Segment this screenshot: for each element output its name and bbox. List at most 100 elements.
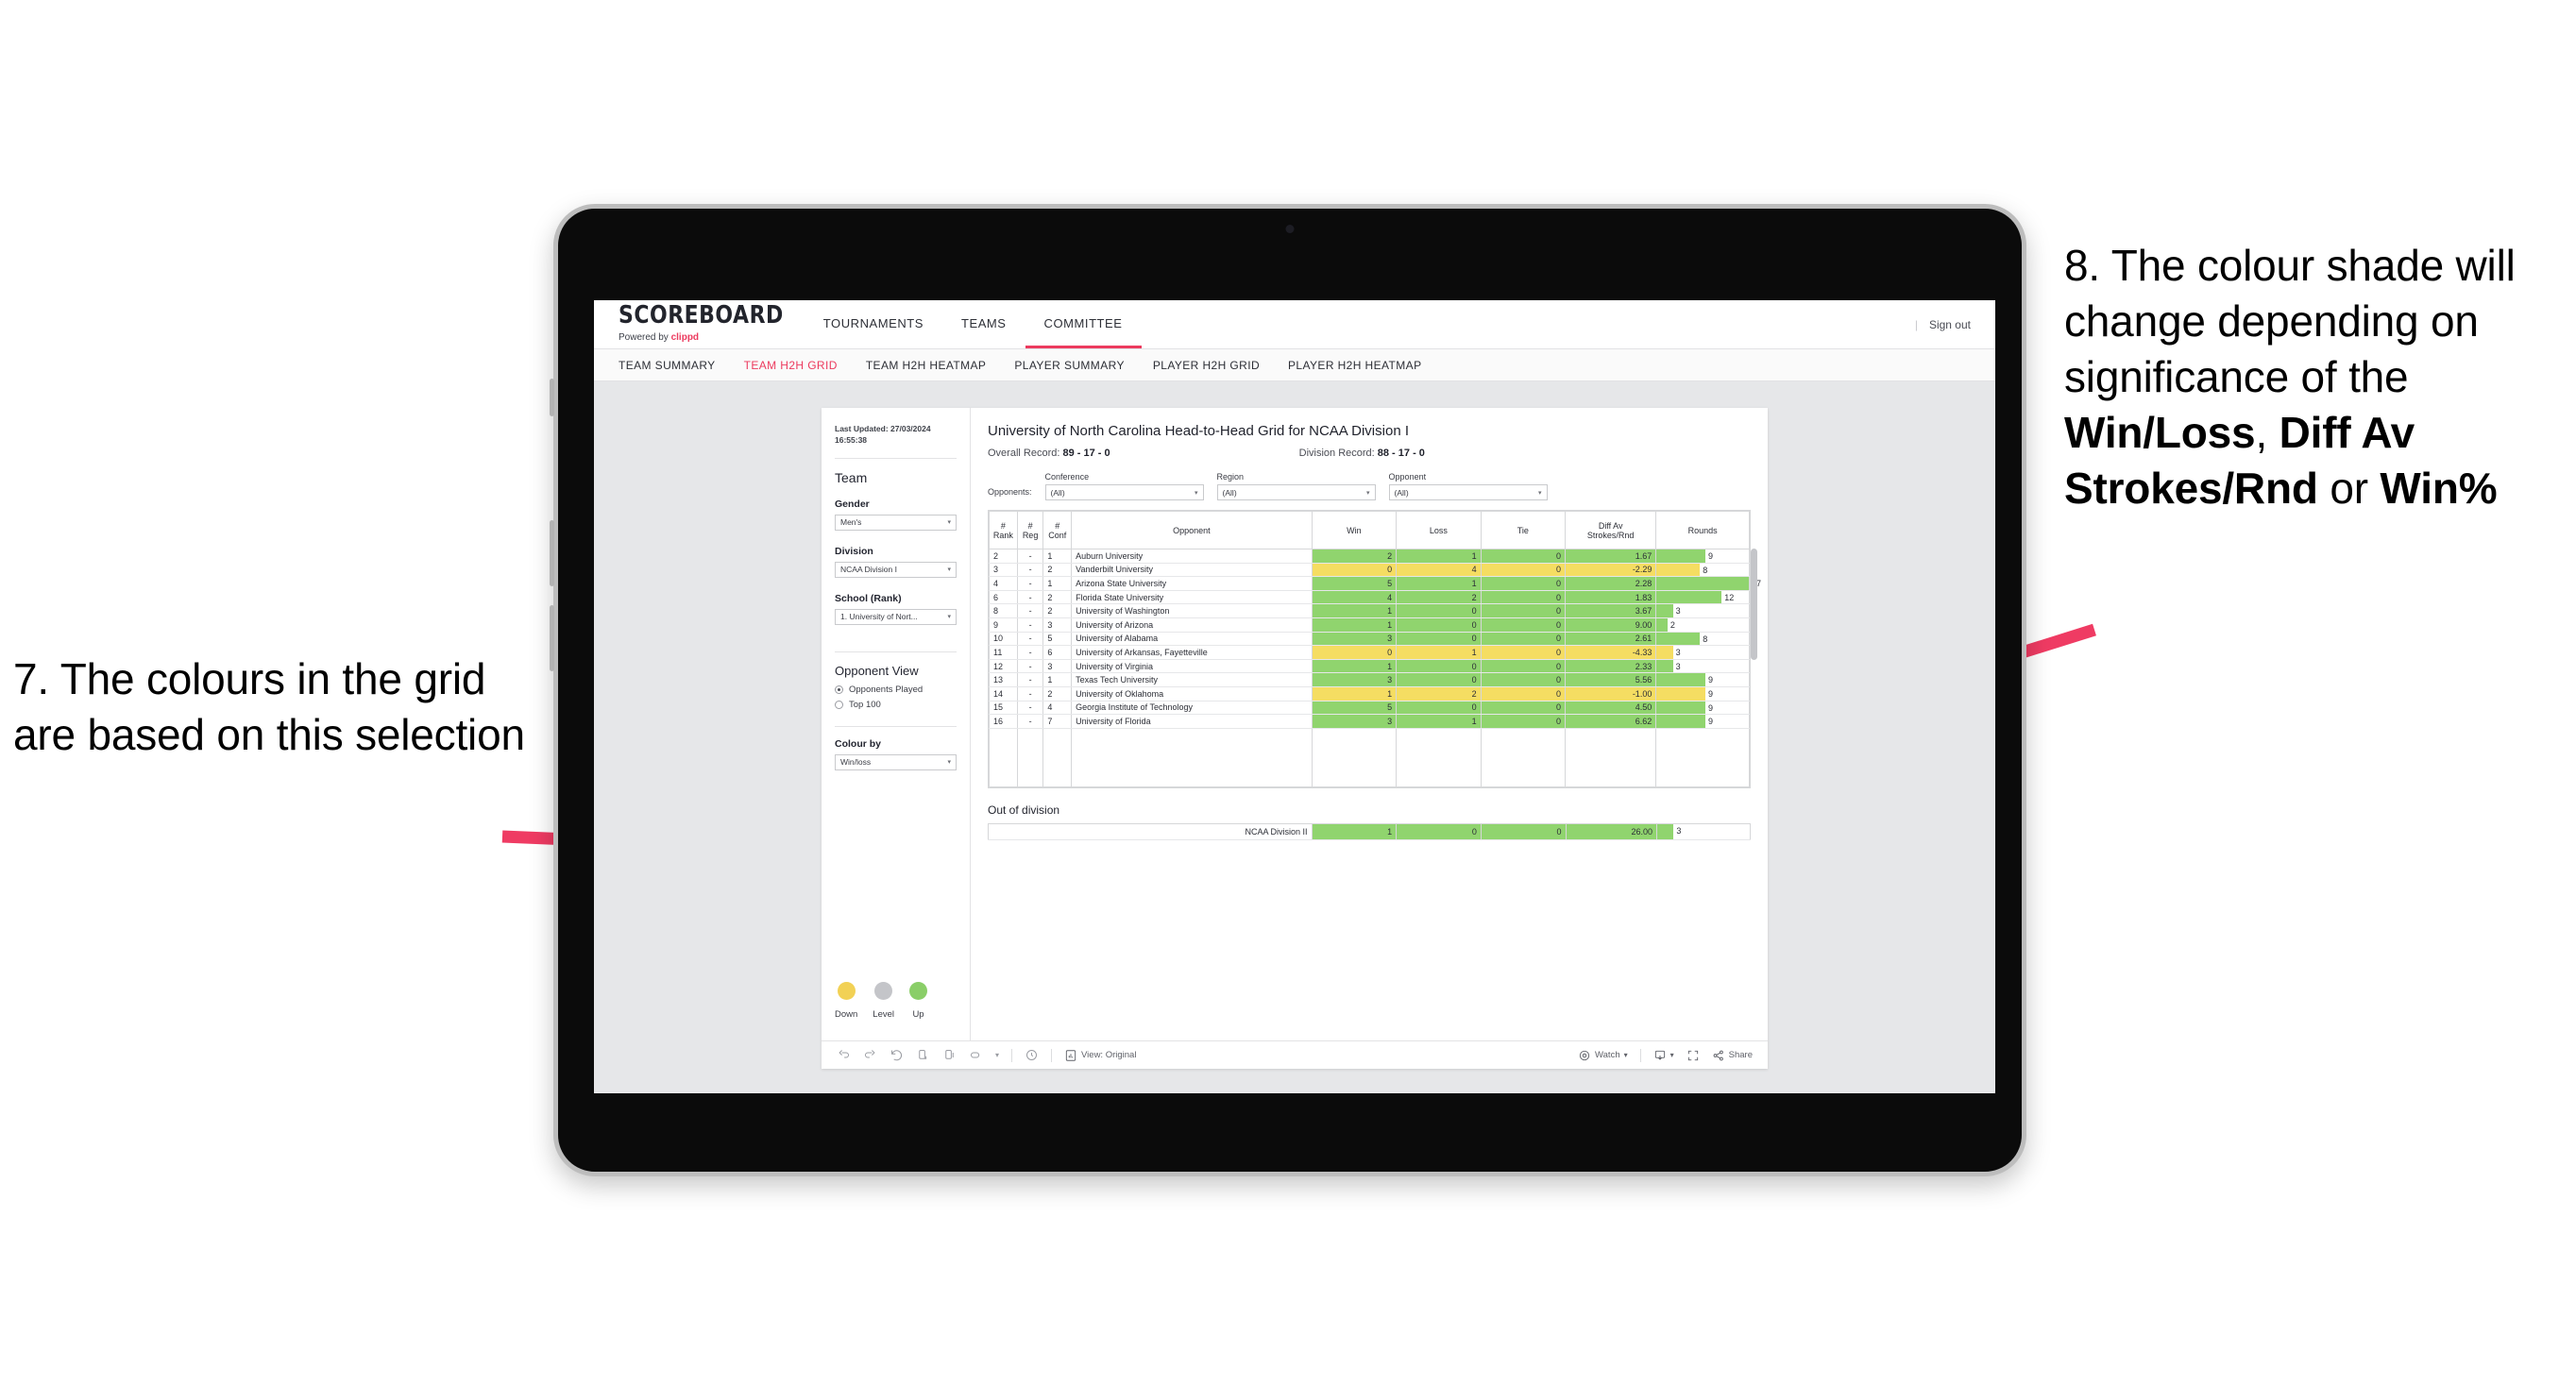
annotation-right-sep2: or: [2317, 463, 2381, 513]
rounds-value: 3: [1675, 648, 1681, 658]
col-header-conf-line2: Conf: [1048, 530, 1067, 540]
fullscreen-icon[interactable]: [1686, 1049, 1700, 1062]
clock-icon[interactable]: [1025, 1048, 1039, 1062]
col-header-reg[interactable]: # Reg: [1016, 511, 1044, 549]
cell-win: 3: [1311, 714, 1398, 729]
share-button[interactable]: Share: [1712, 1049, 1753, 1062]
pause-icon[interactable]: [942, 1048, 957, 1062]
cell-win: 5: [1311, 576, 1398, 591]
refresh-icon[interactable]: [916, 1048, 930, 1062]
conference-select[interactable]: (All) ▾: [1044, 484, 1204, 500]
subnav-team-summary[interactable]: TEAM SUMMARY: [619, 359, 716, 372]
record-summary: Overall Record: 89 - 17 - 0 Division Rec…: [988, 448, 1751, 459]
download-button[interactable]: ▾: [1653, 1049, 1674, 1062]
cell-loss: 0: [1396, 701, 1482, 716]
cell-diff: -4.33: [1565, 645, 1657, 660]
cell-tie: 0: [1480, 549, 1567, 564]
slide-canvas: 7. The colours in the grid are based on …: [0, 0, 2576, 1386]
table-row[interactable]: 6-2 Florida State University 4 2 0 1.83 12: [989, 590, 1750, 605]
table-row[interactable]: 14-2 University of Oklahoma 1 2 0 -1.00 9: [989, 686, 1750, 701]
volume-down-button[interactable]: [550, 605, 554, 671]
radio-opponents-played[interactable]: Opponents Played: [835, 685, 957, 695]
colour-by-select[interactable]: Win/loss ▾: [835, 753, 957, 770]
cell-conf: 5: [1042, 632, 1073, 647]
nav-committee[interactable]: COMMITTEE: [1025, 300, 1142, 348]
header-divider: |: [1914, 317, 1918, 331]
subnav-player-summary[interactable]: PLAYER SUMMARY: [1014, 359, 1125, 372]
out-of-division-row[interactable]: NCAA Division II 1 0 0 26.00 3: [988, 823, 1751, 840]
undo-icon[interactable]: [837, 1048, 851, 1062]
brand-logo[interactable]: SCOREBOARD Powered by clippd: [594, 300, 805, 348]
region-select[interactable]: (All) ▾: [1216, 484, 1376, 500]
subnav-player-h2h-heatmap[interactable]: PLAYER H2H HEATMAP: [1288, 359, 1421, 372]
revert-icon[interactable]: [890, 1048, 904, 1062]
table-row[interactable]: 3-2 Vanderbilt University 0 4 0 -2.29 8: [989, 563, 1750, 578]
division-label: Division: [835, 545, 873, 557]
toolbar-divider-3: [1639, 1048, 1641, 1062]
cell-tie: 0: [1480, 686, 1567, 701]
col-header-diff[interactable]: Diff Av Strokes/Rnd: [1565, 511, 1657, 549]
nav-tournaments[interactable]: TOURNAMENTS: [805, 300, 942, 348]
cell-loss: 1: [1396, 549, 1482, 564]
division-select[interactable]: NCAA Division I ▾: [835, 561, 957, 578]
subnav-team-h2h-heatmap[interactable]: TEAM H2H HEATMAP: [866, 359, 987, 372]
table-row[interactable]: 12-3 University of Virginia 1 0 0 2.33 3: [989, 659, 1750, 674]
filler-cell: [1071, 728, 1313, 787]
rounds-value: 9: [1708, 688, 1714, 699]
subnav-player-h2h-grid[interactable]: PLAYER H2H GRID: [1153, 359, 1260, 372]
redo-icon[interactable]: [863, 1048, 877, 1062]
sidebar-divider-1: [835, 457, 957, 459]
cell-tie: 0: [1480, 603, 1567, 618]
table-row[interactable]: 9-3 University of Arizona 1 0 0 9.00 2: [989, 617, 1750, 633]
legend-up-swatch: [909, 982, 928, 1000]
cell-opponent: Auburn University: [1071, 549, 1313, 564]
table-vertical-scrollbar[interactable]: [1751, 549, 1757, 660]
table-row[interactable]: 4-1Arizona State University5102.2817: [989, 576, 1761, 591]
chevron-down-icon[interactable]: ▾: [995, 1051, 999, 1059]
table-row[interactable]: 15-4 Georgia Institute of Technology 5 0 0 4.…: [989, 701, 1750, 716]
cell-reg: -: [1016, 563, 1044, 578]
tablet-screen: SCOREBOARD Powered by clippd TOURNAMENTS…: [594, 300, 1995, 1093]
subnav-team-h2h-grid[interactable]: TEAM H2H GRID: [744, 359, 838, 372]
rounds-bar: [1656, 659, 1673, 673]
watch-button[interactable]: Watch ▾: [1578, 1049, 1628, 1062]
power-button[interactable]: [550, 379, 554, 416]
table-row[interactable]: 2-1 Auburn University 2 1 0 1.67 9: [989, 549, 1750, 564]
chevron-down-icon: ▾: [1623, 1051, 1628, 1059]
annotation-right-bold-winloss: Win/Loss: [2064, 407, 2256, 457]
radio-top-100[interactable]: Top 100: [835, 700, 957, 710]
sign-out-link[interactable]: Sign out: [1929, 318, 1971, 331]
volume-up-button[interactable]: [550, 520, 554, 586]
cell-rank: 11: [989, 645, 1018, 660]
col-header-win[interactable]: Win: [1311, 511, 1398, 549]
cell-reg: -: [1016, 659, 1044, 674]
opponent-select[interactable]: (All) ▾: [1388, 484, 1548, 500]
highlight-icon[interactable]: [969, 1048, 983, 1062]
nav-teams[interactable]: TEAMS: [942, 300, 1025, 348]
col-header-opponent[interactable]: Opponent: [1071, 511, 1313, 549]
col-header-conf[interactable]: # Conf: [1042, 511, 1073, 549]
dashboard-card: Last Updated: 27/03/2024 16:55:38 Team G…: [822, 408, 1768, 1069]
cell-rank: 16: [989, 714, 1018, 729]
table-row[interactable]: 8-2 University of Washington 1 0 0 3.67 3: [989, 603, 1750, 618]
table-row[interactable]: 11-6 University of Arkansas, Fayetteville…: [989, 645, 1750, 660]
view-original-button[interactable]: View: Original: [1064, 1049, 1136, 1062]
table-row[interactable]: 13-1 Texas Tech University 3 0 0 5.56 9: [989, 672, 1750, 687]
table-row[interactable]: 10-5 University of Alabama 3 0 0 2.61 8: [989, 632, 1750, 647]
table-row[interactable]: 16-7 University of Florida 3 1 0 6.62 9: [989, 714, 1750, 729]
download-icon: [1654, 1050, 1665, 1060]
rounds-value: 9: [1708, 717, 1714, 727]
header-right: | Sign out: [1915, 300, 1995, 348]
school-select[interactable]: 1. University of Nort... ▾: [835, 608, 957, 625]
rounds-value: 3: [1675, 661, 1681, 671]
view-title: University of North Carolina Head-to-Hea…: [988, 423, 1409, 439]
col-header-rounds[interactable]: Rounds: [1655, 511, 1750, 549]
cell-win: 3: [1311, 672, 1398, 687]
col-header-rank[interactable]: # Rank: [989, 511, 1018, 549]
conference-value: (All): [1050, 487, 1065, 498]
cell-conf: 2: [1042, 590, 1073, 605]
col-header-loss[interactable]: Loss: [1396, 511, 1482, 549]
cell-win: 4: [1311, 590, 1398, 605]
col-header-tie[interactable]: Tie: [1480, 511, 1567, 549]
gender-select[interactable]: Men's ▾: [835, 514, 957, 531]
